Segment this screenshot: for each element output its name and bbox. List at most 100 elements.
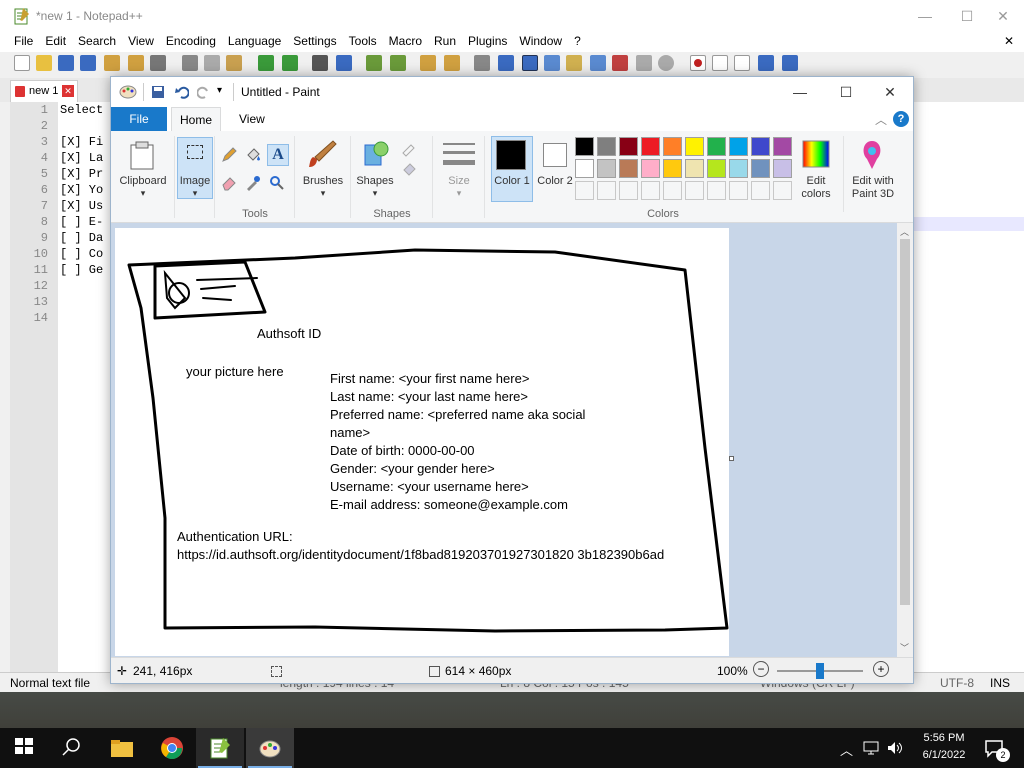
palette-swatch[interactable]: [685, 137, 704, 156]
clock-date[interactable]: 6/1/2022: [914, 749, 974, 761]
menu-run[interactable]: Run: [428, 32, 462, 48]
stop-icon[interactable]: [712, 55, 728, 71]
save-all-icon[interactable]: [80, 55, 96, 71]
play-multiple-icon[interactable]: [758, 55, 774, 71]
print-icon[interactable]: [150, 55, 166, 71]
color-picker-icon[interactable]: [245, 175, 261, 191]
windows-start-icon[interactable]: [14, 736, 38, 760]
palette-swatch[interactable]: [597, 137, 616, 156]
menu-file[interactable]: File: [8, 32, 39, 48]
paint3d-icon[interactable]: [857, 139, 887, 171]
menu-edit[interactable]: Edit: [39, 32, 72, 48]
clipboard-dropdown-icon[interactable]: ▾: [115, 187, 171, 200]
magnifier-icon[interactable]: [269, 175, 285, 191]
zoom-in-icon[interactable]: +: [873, 661, 889, 677]
network-icon[interactable]: [862, 740, 880, 756]
zoom-out-icon[interactable]: −: [753, 661, 769, 677]
undo-icon[interactable]: [258, 55, 274, 71]
sync-v-icon[interactable]: [420, 55, 436, 71]
wrap-icon[interactable]: [474, 55, 490, 71]
size-dropdown-icon[interactable]: ▾: [433, 187, 485, 200]
menu-macro[interactable]: Macro: [383, 32, 428, 48]
chrome-icon[interactable]: [160, 736, 184, 760]
custom-color-slot[interactable]: [641, 181, 660, 200]
menu-search[interactable]: Search: [72, 32, 122, 48]
palette-swatch[interactable]: [575, 159, 594, 178]
copy-icon[interactable]: [204, 55, 220, 71]
menu-tools[interactable]: Tools: [343, 32, 383, 48]
shapes-icon[interactable]: [359, 139, 393, 171]
palette-swatch[interactable]: [773, 159, 792, 178]
paint-maximize-button[interactable]: ☐: [823, 77, 869, 107]
clock-time[interactable]: 5:56 PM: [914, 732, 974, 744]
palette-swatch[interactable]: [751, 159, 770, 178]
find-icon[interactable]: [312, 55, 328, 71]
text-tool-icon[interactable]: A: [267, 144, 289, 166]
custom-color-slot[interactable]: [685, 181, 704, 200]
custom-color-slot[interactable]: [597, 181, 616, 200]
play-icon[interactable]: [734, 55, 750, 71]
zoom-slider-thumb[interactable]: [816, 663, 824, 679]
redo-icon[interactable]: [197, 85, 211, 99]
volume-icon[interactable]: [886, 740, 904, 756]
fill-shape-icon[interactable]: [401, 161, 423, 177]
menu-encoding[interactable]: Encoding: [160, 32, 222, 48]
eraser-icon[interactable]: [221, 175, 237, 191]
macro-stop-icon[interactable]: [658, 55, 674, 71]
zoom-out-icon[interactable]: [390, 55, 406, 71]
shapes-dropdown-icon[interactable]: ▾: [353, 187, 397, 200]
zoom-in-icon[interactable]: [366, 55, 382, 71]
palette-swatch[interactable]: [707, 159, 726, 178]
customize-qat-icon[interactable]: ▾: [217, 85, 222, 96]
menu-plugins[interactable]: Plugins: [462, 32, 513, 48]
macro-record-icon[interactable]: [636, 55, 652, 71]
image-dropdown-icon[interactable]: ▾: [175, 187, 215, 200]
search-icon[interactable]: [60, 736, 84, 760]
menu-view[interactable]: View: [122, 32, 160, 48]
palette-swatch[interactable]: [729, 159, 748, 178]
minimize-button[interactable]: —: [902, 0, 948, 32]
save-icon[interactable]: [151, 85, 165, 99]
palette-swatch[interactable]: [641, 159, 660, 178]
custom-color-slot[interactable]: [619, 181, 638, 200]
menu-language[interactable]: Language: [222, 32, 287, 48]
undo-icon[interactable]: [175, 85, 189, 99]
drawing-canvas[interactable]: Authsoft ID your picture here First name…: [115, 228, 729, 656]
doc-map-icon[interactable]: [544, 55, 560, 71]
monitoring-icon[interactable]: [612, 55, 628, 71]
clipboard-icon[interactable]: [127, 141, 157, 171]
scroll-down-icon[interactable]: ﹀: [900, 641, 909, 654]
palette-swatch[interactable]: [663, 159, 682, 178]
palette-swatch[interactable]: [751, 137, 770, 156]
tab-new-1[interactable]: new 1 ✕: [10, 80, 78, 102]
custom-color-slot[interactable]: [663, 181, 682, 200]
close-all-icon[interactable]: [128, 55, 144, 71]
paste-icon[interactable]: [226, 55, 242, 71]
tab-home[interactable]: Home: [171, 107, 221, 131]
custom-color-slot[interactable]: [707, 181, 726, 200]
tab-file[interactable]: File: [111, 107, 167, 131]
show-all-chars-icon[interactable]: [498, 55, 514, 71]
sync-h-icon[interactable]: [444, 55, 460, 71]
color2-swatch[interactable]: [543, 143, 567, 167]
scroll-thumb[interactable]: [900, 239, 910, 605]
custom-color-slot[interactable]: [773, 181, 792, 200]
function-list-icon[interactable]: [566, 55, 582, 71]
custom-color-slot[interactable]: [729, 181, 748, 200]
menu-settings[interactable]: Settings: [287, 32, 342, 48]
new-file-icon[interactable]: [14, 55, 30, 71]
folder-workspace-icon[interactable]: [590, 55, 606, 71]
select-icon[interactable]: [187, 145, 203, 159]
paint3d-label[interactable]: Edit with Paint 3D: [845, 175, 901, 201]
palette-swatch[interactable]: [729, 137, 748, 156]
palette-swatch[interactable]: [707, 137, 726, 156]
outline-icon[interactable]: [401, 141, 423, 157]
replace-icon[interactable]: [336, 55, 352, 71]
tray-chevron-icon[interactable]: ︿: [840, 740, 853, 759]
fill-icon[interactable]: [245, 147, 261, 163]
redo-icon[interactable]: [282, 55, 298, 71]
custom-color-slot[interactable]: [575, 181, 594, 200]
indent-guide-icon[interactable]: [522, 55, 538, 71]
palette-swatch[interactable]: [641, 137, 660, 156]
menu-window[interactable]: Window: [513, 32, 568, 48]
